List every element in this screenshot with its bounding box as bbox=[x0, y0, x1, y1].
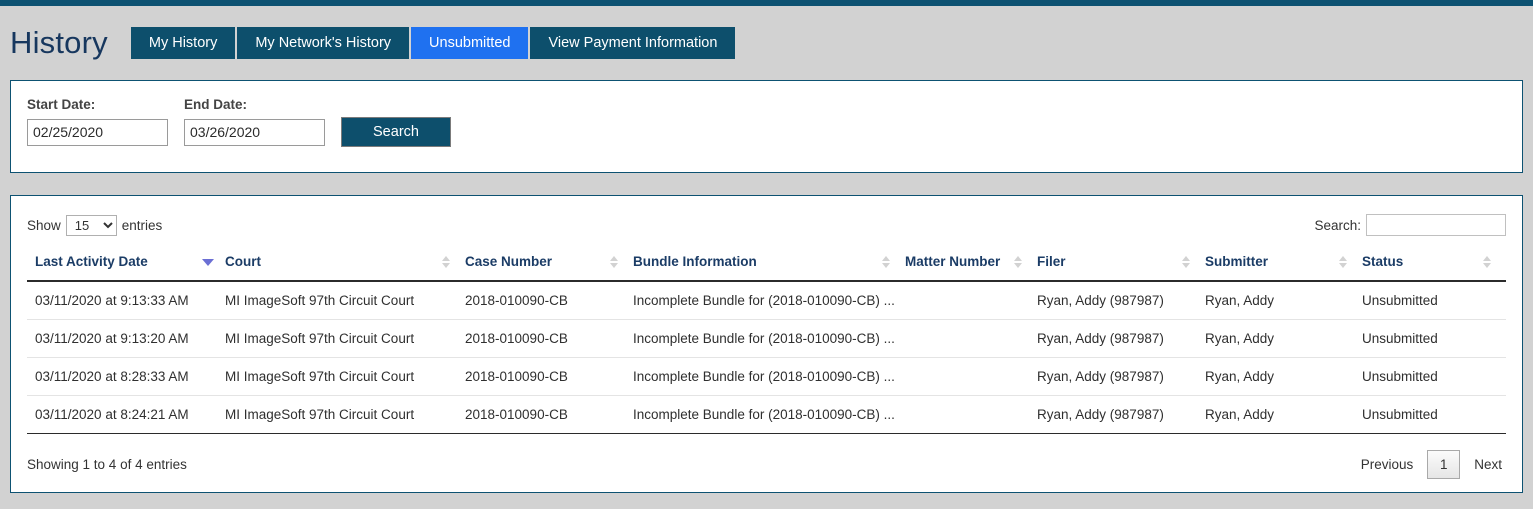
sort-none-icon bbox=[610, 256, 619, 270]
column-label: Matter Number bbox=[905, 254, 1001, 269]
cell-case-number: 2018-010090-CB bbox=[465, 395, 633, 434]
page-title: History bbox=[10, 24, 108, 60]
column-header-bundle-information[interactable]: Bundle Information bbox=[633, 248, 905, 282]
search-button[interactable]: Search bbox=[341, 117, 451, 147]
table-header-row: Last Activity Date Court Case Number Bun… bbox=[27, 248, 1506, 282]
pagination-page-1[interactable]: 1 bbox=[1427, 450, 1461, 479]
cell-last-activity-date: 03/11/2020 at 8:24:21 AM bbox=[27, 395, 225, 434]
cell-bundle-information: Incomplete Bundle for (2018-010090-CB) .… bbox=[633, 319, 905, 358]
column-label: Submitter bbox=[1205, 254, 1269, 269]
table-body: 03/11/2020 at 9:13:33 AM MI ImageSoft 97t… bbox=[27, 281, 1506, 434]
column-header-status[interactable]: Status bbox=[1362, 248, 1506, 282]
cell-court: MI ImageSoft 97th Circuit Court bbox=[225, 281, 465, 320]
table-footer: Showing 1 to 4 of 4 entries Previous 1 N… bbox=[27, 434, 1506, 482]
sort-none-icon bbox=[1014, 256, 1023, 270]
column-header-last-activity-date[interactable]: Last Activity Date bbox=[27, 248, 225, 282]
cell-court: MI ImageSoft 97th Circuit Court bbox=[225, 357, 465, 396]
cell-matter-number bbox=[905, 357, 1037, 396]
pagination: Previous 1 Next bbox=[1357, 450, 1506, 479]
entries-label: entries bbox=[121, 217, 163, 233]
cell-last-activity-date: 03/11/2020 at 8:28:33 AM bbox=[27, 357, 225, 396]
cell-case-number: 2018-010090-CB bbox=[465, 357, 633, 396]
cell-court: MI ImageSoft 97th Circuit Court bbox=[225, 395, 465, 434]
pagination-next[interactable]: Next bbox=[1470, 457, 1506, 472]
column-label: Filer bbox=[1037, 254, 1066, 269]
cell-case-number: 2018-010090-CB bbox=[465, 281, 633, 320]
tab-view-payment-information[interactable]: View Payment Information bbox=[530, 27, 736, 59]
sort-none-icon bbox=[1182, 256, 1191, 270]
table-head: Last Activity Date Court Case Number Bun… bbox=[27, 248, 1506, 282]
history-table: Last Activity Date Court Case Number Bun… bbox=[27, 248, 1506, 434]
table-row[interactable]: 03/11/2020 at 9:13:33 AM MI ImageSoft 97t… bbox=[27, 281, 1506, 320]
date-filter-panel: Start Date: End Date: Search bbox=[10, 80, 1523, 173]
start-date-label: Start Date: bbox=[27, 97, 96, 112]
cell-status: Unsubmitted bbox=[1362, 357, 1506, 396]
page-length-select[interactable]: 10152550100 bbox=[65, 214, 117, 236]
column-label: Bundle Information bbox=[633, 254, 757, 269]
table-controls: Show 10152550100 entries Search: bbox=[27, 210, 1506, 240]
cell-status: Unsubmitted bbox=[1362, 281, 1506, 320]
history-tab-bar: My History My Network's History Unsubmit… bbox=[130, 27, 736, 59]
cell-court: MI ImageSoft 97th Circuit Court bbox=[225, 319, 465, 358]
cell-matter-number bbox=[905, 281, 1037, 320]
column-header-court[interactable]: Court bbox=[225, 248, 465, 282]
page-length-control: Show 10152550100 entries bbox=[27, 214, 163, 236]
tab-my-networks-history[interactable]: My Network's History bbox=[237, 27, 410, 59]
cell-case-number: 2018-010090-CB bbox=[465, 319, 633, 358]
column-header-filer[interactable]: Filer bbox=[1037, 248, 1205, 282]
table-search-input[interactable] bbox=[1366, 214, 1506, 236]
page-header: History My History My Network's History … bbox=[0, 6, 1533, 80]
results-panel: Show 10152550100 entries Search: Last Ac… bbox=[10, 195, 1523, 493]
cell-last-activity-date: 03/11/2020 at 9:13:33 AM bbox=[27, 281, 225, 320]
cell-submitter: Ryan, Addy bbox=[1205, 281, 1362, 320]
cell-status: Unsubmitted bbox=[1362, 395, 1506, 434]
tab-unsubmitted[interactable]: Unsubmitted bbox=[411, 27, 529, 59]
sort-none-icon bbox=[1339, 256, 1348, 270]
end-date-label: End Date: bbox=[184, 97, 248, 112]
cell-status: Unsubmitted bbox=[1362, 319, 1506, 358]
showing-entries-info: Showing 1 to 4 of 4 entries bbox=[27, 457, 187, 472]
start-date-input[interactable] bbox=[27, 118, 168, 146]
cell-submitter: Ryan, Addy bbox=[1205, 357, 1362, 396]
tab-my-history[interactable]: My History bbox=[130, 27, 236, 59]
end-date-input[interactable] bbox=[184, 118, 325, 146]
column-header-case-number[interactable]: Case Number bbox=[465, 248, 633, 282]
column-label: Court bbox=[225, 254, 261, 269]
sort-none-icon bbox=[1483, 256, 1492, 270]
sort-none-icon bbox=[442, 256, 451, 270]
filter-labels-row: Start Date: End Date: bbox=[27, 97, 1522, 112]
column-header-matter-number[interactable]: Matter Number bbox=[905, 248, 1037, 282]
sort-descending-icon bbox=[202, 256, 214, 270]
table-row[interactable]: 03/11/2020 at 8:28:33 AM MI ImageSoft 97t… bbox=[27, 357, 1506, 396]
show-label: Show bbox=[27, 217, 61, 233]
cell-matter-number bbox=[905, 319, 1037, 358]
cell-filer: Ryan, Addy (987987) bbox=[1037, 319, 1205, 358]
cell-filer: Ryan, Addy (987987) bbox=[1037, 281, 1205, 320]
cell-last-activity-date: 03/11/2020 at 9:13:20 AM bbox=[27, 319, 225, 358]
table-row[interactable]: 03/11/2020 at 9:13:20 AM MI ImageSoft 97t… bbox=[27, 319, 1506, 358]
cell-matter-number bbox=[905, 395, 1037, 434]
pagination-previous[interactable]: Previous bbox=[1357, 457, 1418, 472]
column-label: Status bbox=[1362, 254, 1404, 269]
cell-filer: Ryan, Addy (987987) bbox=[1037, 395, 1205, 434]
column-header-submitter[interactable]: Submitter bbox=[1205, 248, 1362, 282]
column-label: Last Activity Date bbox=[35, 254, 148, 269]
cell-submitter: Ryan, Addy bbox=[1205, 395, 1362, 434]
cell-bundle-information: Incomplete Bundle for (2018-010090-CB) .… bbox=[633, 357, 905, 396]
cell-filer: Ryan, Addy (987987) bbox=[1037, 357, 1205, 396]
cell-submitter: Ryan, Addy bbox=[1205, 319, 1362, 358]
table-row[interactable]: 03/11/2020 at 8:24:21 AM MI ImageSoft 97t… bbox=[27, 395, 1506, 434]
filter-inputs-row: Search bbox=[27, 117, 1522, 147]
table-search-control: Search: bbox=[1314, 214, 1506, 236]
column-label: Case Number bbox=[465, 254, 553, 269]
sort-none-icon bbox=[882, 256, 891, 270]
cell-bundle-information: Incomplete Bundle for (2018-010090-CB) .… bbox=[633, 281, 905, 320]
cell-bundle-information: Incomplete Bundle for (2018-010090-CB) .… bbox=[633, 395, 905, 434]
table-search-label: Search: bbox=[1314, 217, 1361, 233]
